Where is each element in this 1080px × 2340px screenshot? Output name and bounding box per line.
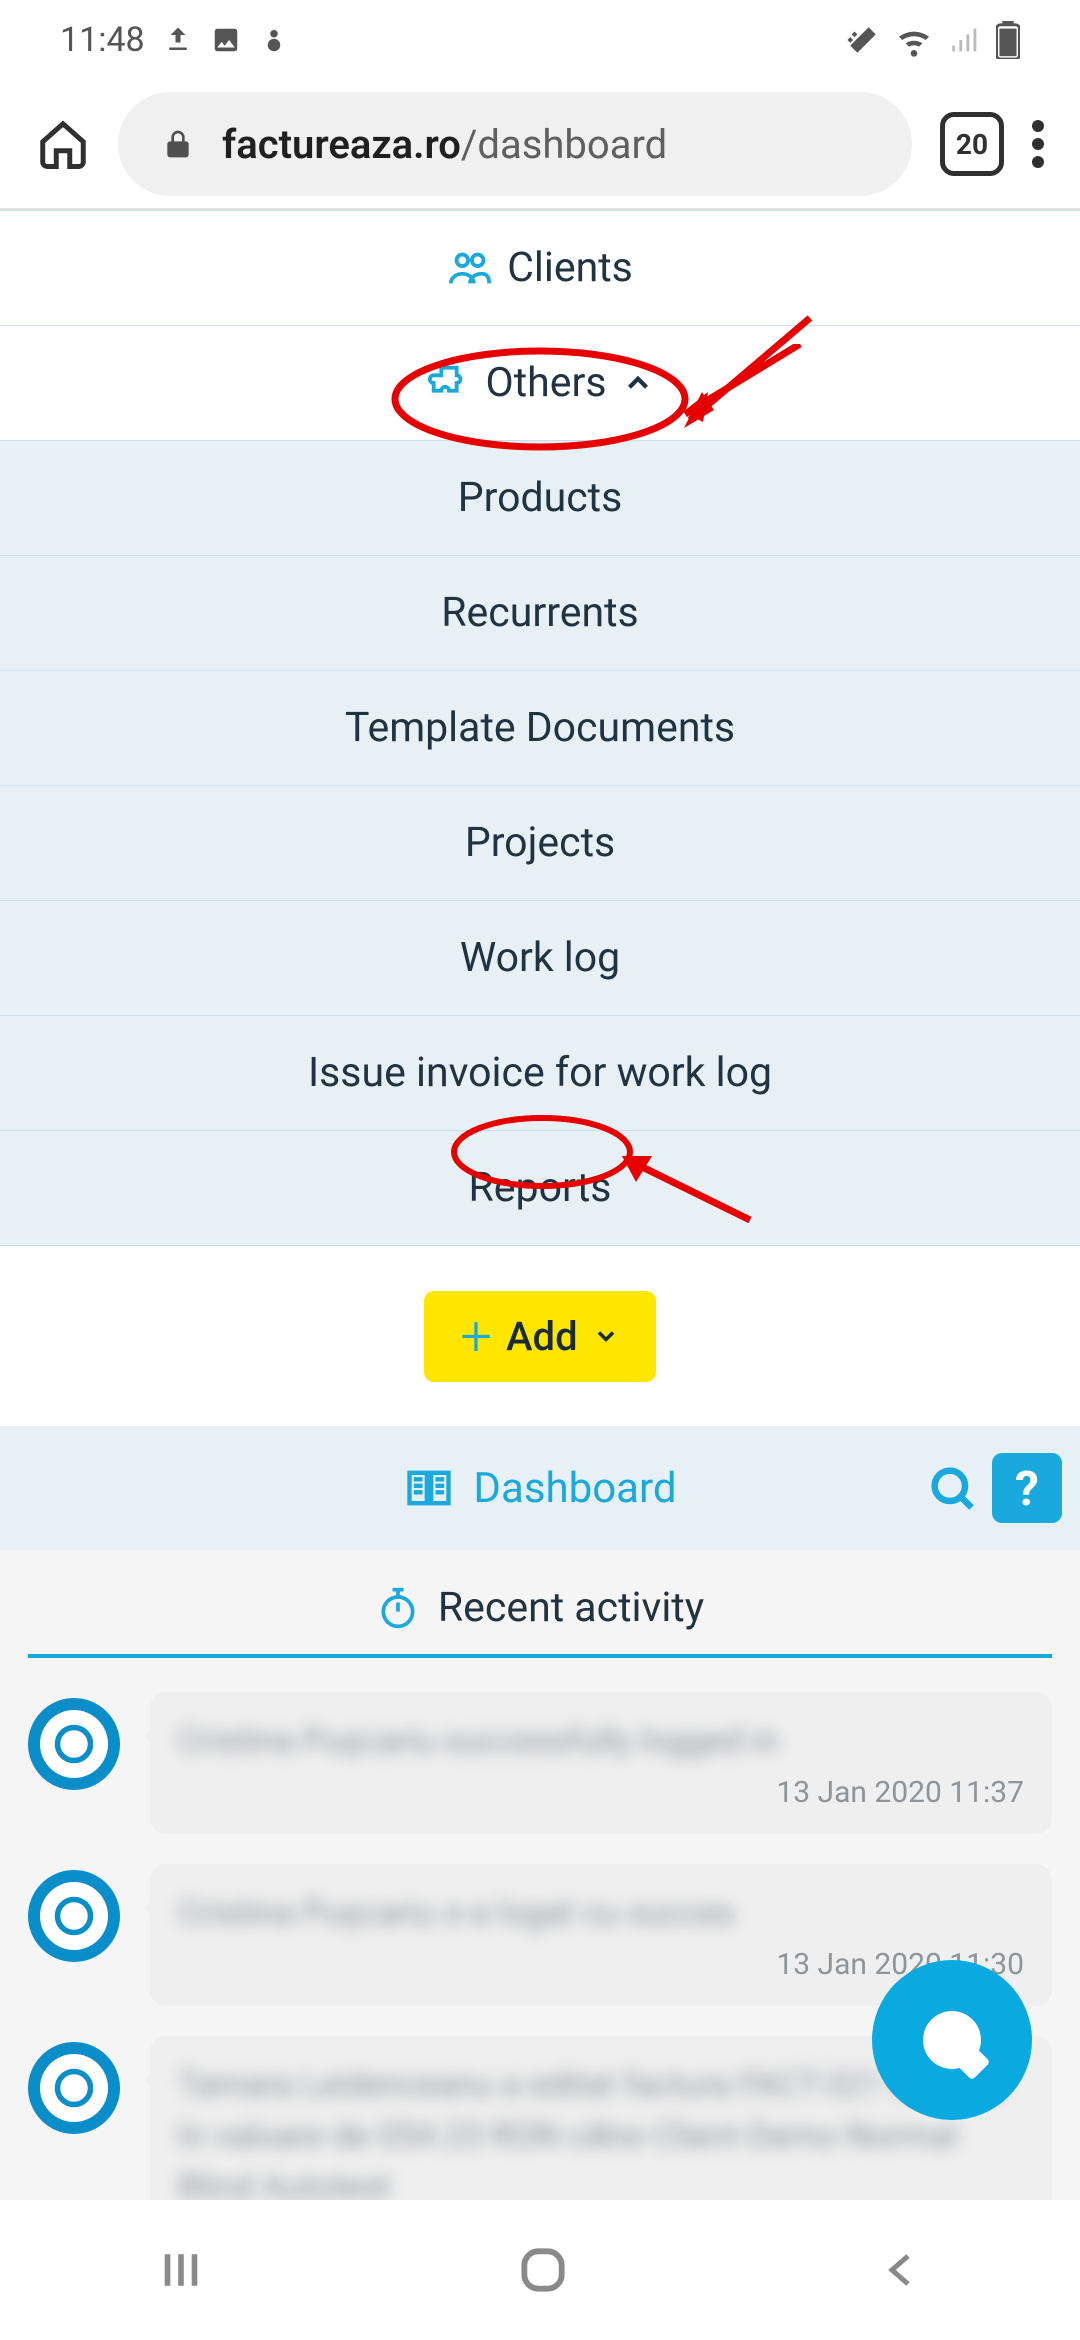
home-button[interactable] <box>515 2242 571 2298</box>
submenu-template-documents[interactable]: Template Documents <box>0 670 1080 786</box>
dashboard-header: Dashboard ? <box>0 1426 1080 1550</box>
recents-button[interactable] <box>154 2243 208 2297</box>
activity-text: Cristina Pușcariu successfully logged in <box>178 1716 1024 1767</box>
chat-icon <box>923 2011 981 2069</box>
activity-text: Cristina Pușcariu s-a logat cu succes <box>178 1888 1024 1939</box>
submenu-reports[interactable]: Reports <box>0 1130 1080 1246</box>
avatar <box>28 1698 120 1790</box>
avatar <box>28 2042 120 2134</box>
nav-others-label: Others <box>486 359 607 407</box>
battery-icon <box>996 21 1020 59</box>
image-icon <box>211 25 241 55</box>
recent-activity-header: Recent activity <box>28 1584 1052 1658</box>
system-nav <box>0 2200 1080 2340</box>
activity-timestamp: 13 Jan 2020 11:37 <box>178 1775 1024 1810</box>
submenu-products[interactable]: Products <box>0 440 1080 556</box>
chevron-up-icon <box>621 366 655 400</box>
back-button[interactable] <box>878 2246 926 2294</box>
activity-timestamp: 13 Jan 2020 11:30 <box>178 1947 1024 1982</box>
book-icon <box>403 1462 455 1514</box>
status-bar: 11:48 <box>0 0 1080 80</box>
wifi-icon <box>894 20 934 60</box>
nav-clients-label: Clients <box>507 244 633 292</box>
url-text: factureaza.ro/dashboard <box>222 121 667 168</box>
submenu-recurrents[interactable]: Recurrents <box>0 555 1080 671</box>
submenu-issue-invoice[interactable]: Issue invoice for work log <box>0 1015 1080 1131</box>
activity-bubble[interactable]: Cristina Pușcariu successfully logged in… <box>150 1692 1052 1834</box>
nav-others[interactable]: Others <box>0 325 1080 441</box>
submenu-work-log[interactable]: Work log <box>0 900 1080 1016</box>
kebab-menu-icon[interactable] <box>1032 120 1044 168</box>
upload-icon <box>163 25 193 55</box>
people-icon <box>447 245 493 291</box>
stopwatch-icon <box>376 1586 420 1630</box>
add-row: + Add <box>0 1246 1080 1426</box>
help-button[interactable]: ? <box>992 1453 1062 1523</box>
dashboard-title: Dashboard <box>473 1464 676 1513</box>
add-label: Add <box>506 1313 578 1360</box>
url-bar[interactable]: factureaza.ro/dashboard <box>118 92 912 196</box>
recent-activity-title: Recent activity <box>438 1584 704 1632</box>
status-time: 11:48 <box>60 20 145 60</box>
lock-icon <box>162 128 194 160</box>
search-icon[interactable] <box>926 1462 978 1514</box>
chevron-down-icon <box>592 1322 620 1350</box>
puzzle-icon <box>426 360 472 406</box>
vibrate-icon <box>846 23 880 57</box>
avatar <box>28 1870 120 1962</box>
submenu-projects[interactable]: Projects <box>0 785 1080 901</box>
nav-clients[interactable]: Clients <box>0 210 1080 326</box>
signal-icon <box>948 23 982 57</box>
activity-item: Cristina Pușcariu successfully logged in… <box>28 1692 1052 1834</box>
tab-switcher[interactable]: 20 <box>940 112 1004 176</box>
add-button[interactable]: + Add <box>424 1291 655 1382</box>
snowman-icon <box>259 25 289 55</box>
home-icon[interactable] <box>36 117 90 171</box>
browser-bar: factureaza.ro/dashboard 20 <box>0 80 1080 210</box>
chat-fab[interactable] <box>872 1960 1032 2120</box>
